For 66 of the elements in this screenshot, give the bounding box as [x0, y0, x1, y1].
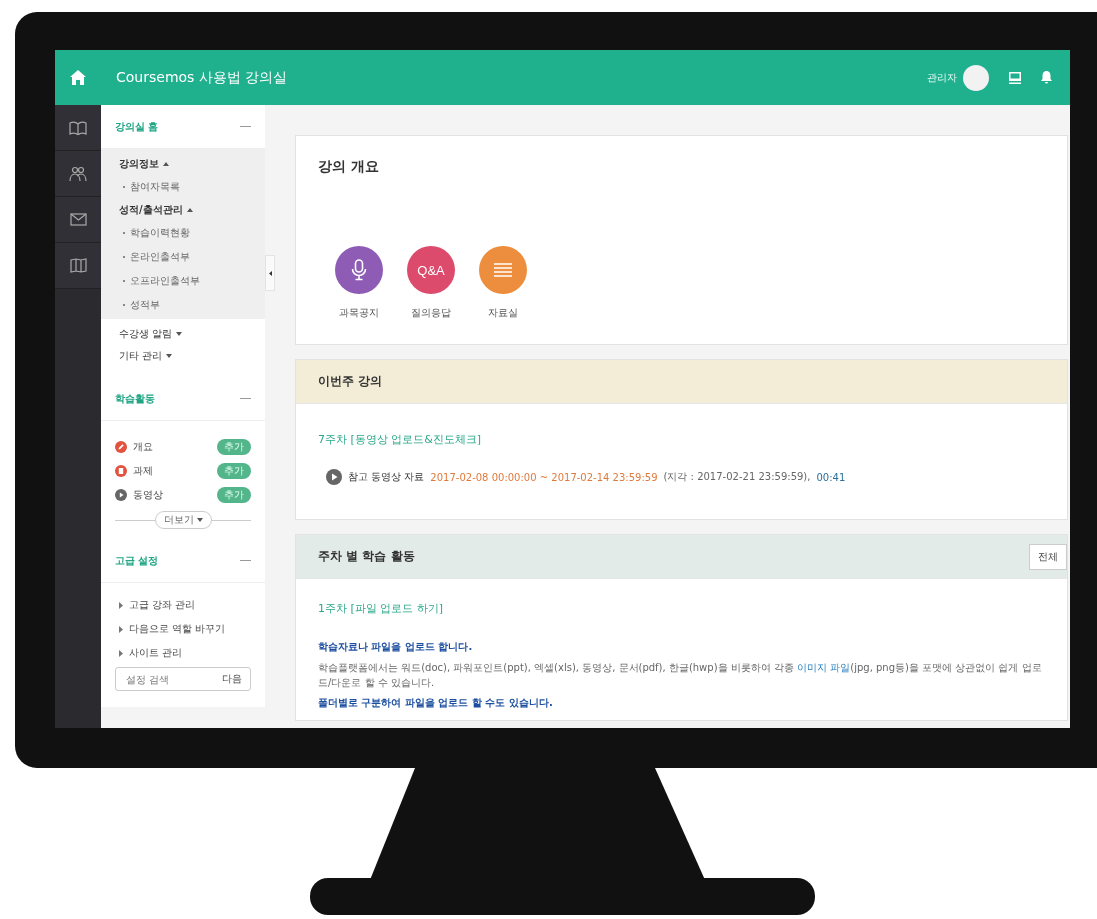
card-header: 이번주 강의 [296, 360, 1067, 404]
card-header: 주차 별 학습 활동 전체 [296, 535, 1067, 579]
menu-item[interactable]: 기타 관리 [101, 345, 265, 367]
duration-text: 00:41 [816, 471, 846, 483]
video-link[interactable]: 참고 동영상 자료 [348, 470, 425, 484]
submenu-item[interactable]: 학습이력현황 [101, 221, 265, 245]
settings-link[interactable]: 사이트 관리 [101, 641, 265, 665]
notice-text: 학습자료나 파일을 업로드 합니다. [318, 640, 474, 654]
caret-icon [196, 518, 203, 522]
activity-label: 개요 [133, 440, 153, 454]
play-icon [326, 469, 342, 485]
settings-link[interactable]: 고급 강좌 관리 [101, 593, 265, 617]
menu-icon [493, 262, 513, 278]
period-text: 2017-02-08 00:00:00 ~ 2017-02-14 23:59:59 [430, 471, 658, 483]
section-title: 고급 설정 [115, 553, 159, 568]
settings-search-field[interactable]: 설정 검색 다음 [115, 667, 251, 691]
nav-button[interactable] [55, 243, 101, 289]
card-title: 강의 개요 [317, 157, 380, 176]
settings-link[interactable]: 다음으로 역할 바꾸기 [101, 617, 265, 641]
triangle-icon [119, 601, 123, 609]
text-link[interactable]: 이미지 파일 [797, 662, 851, 673]
submenu-item[interactable]: 성적부 [101, 293, 265, 317]
caret-icon [186, 208, 193, 212]
home-icon [70, 70, 86, 85]
collapse-handle[interactable] [265, 255, 275, 291]
play-icon [115, 489, 127, 501]
qna-label: Q&A [417, 262, 445, 278]
nav-button[interactable] [55, 197, 101, 243]
section-title: 강의실 홈 [115, 119, 159, 134]
monitor-button[interactable] [1007, 69, 1023, 86]
microphone-icon [350, 259, 368, 281]
avatar-icon[interactable] [963, 64, 989, 91]
all-button[interactable]: 전체 [1029, 543, 1067, 570]
submenu-item[interactable]: 참여자목록 [101, 175, 265, 199]
menu-item[interactable]: 성적/출석관리 [101, 199, 265, 221]
monitor-icon [1009, 71, 1021, 84]
caret-icon [176, 332, 183, 336]
activity-label: 과제 [133, 464, 153, 478]
submenu-item[interactable]: 오프라인출석부 [101, 269, 265, 293]
chevron-left-icon [268, 270, 272, 276]
next-button[interactable]: 다음 [222, 672, 242, 686]
people-icon [69, 165, 87, 182]
course-title: Coursemos 사용법 강의실 [116, 68, 289, 87]
notice-text: 폴더별로 구분하여 파일을 업로드 할 수도 있습니다. [318, 696, 554, 710]
triangle-icon [119, 625, 123, 633]
triangle-icon [119, 649, 123, 657]
mail-icon [69, 213, 87, 226]
nav-button[interactable] [55, 151, 101, 197]
user-name: 관리자 [927, 70, 957, 85]
more-button[interactable]: 더보기 [154, 511, 212, 529]
map-icon [69, 258, 87, 273]
bell-icon [1041, 71, 1052, 84]
pencil-icon [115, 441, 127, 453]
menu-item[interactable]: 수강생 알림 [101, 323, 265, 345]
menu-item[interactable]: 강의정보 [101, 153, 265, 175]
nav-button[interactable] [55, 105, 101, 151]
submenu-item[interactable]: 온라인출석부 [101, 245, 265, 269]
document-icon [115, 465, 127, 477]
caret-icon [163, 162, 169, 166]
section-title: 학습활동 [115, 391, 155, 406]
notification-button[interactable] [1039, 69, 1054, 86]
book-icon [69, 120, 87, 135]
late-deadline: (지각 : 2017-02-21 23:59:59), [663, 470, 811, 484]
description-text: 학습플랫폼에서는 워드(doc), 파워포인트(ppt), 엑셀(xls), 동영상, 문서(pdf), 한글(hwp)을 비롯하여 각종 이미지 파일(jpg, png등)을 포맷에 상관없이 쉽게 업로드/다운로 할 수 있습니다. [318, 661, 1043, 690]
activity-label: 동영상 [133, 488, 163, 502]
caret-icon [166, 354, 173, 358]
